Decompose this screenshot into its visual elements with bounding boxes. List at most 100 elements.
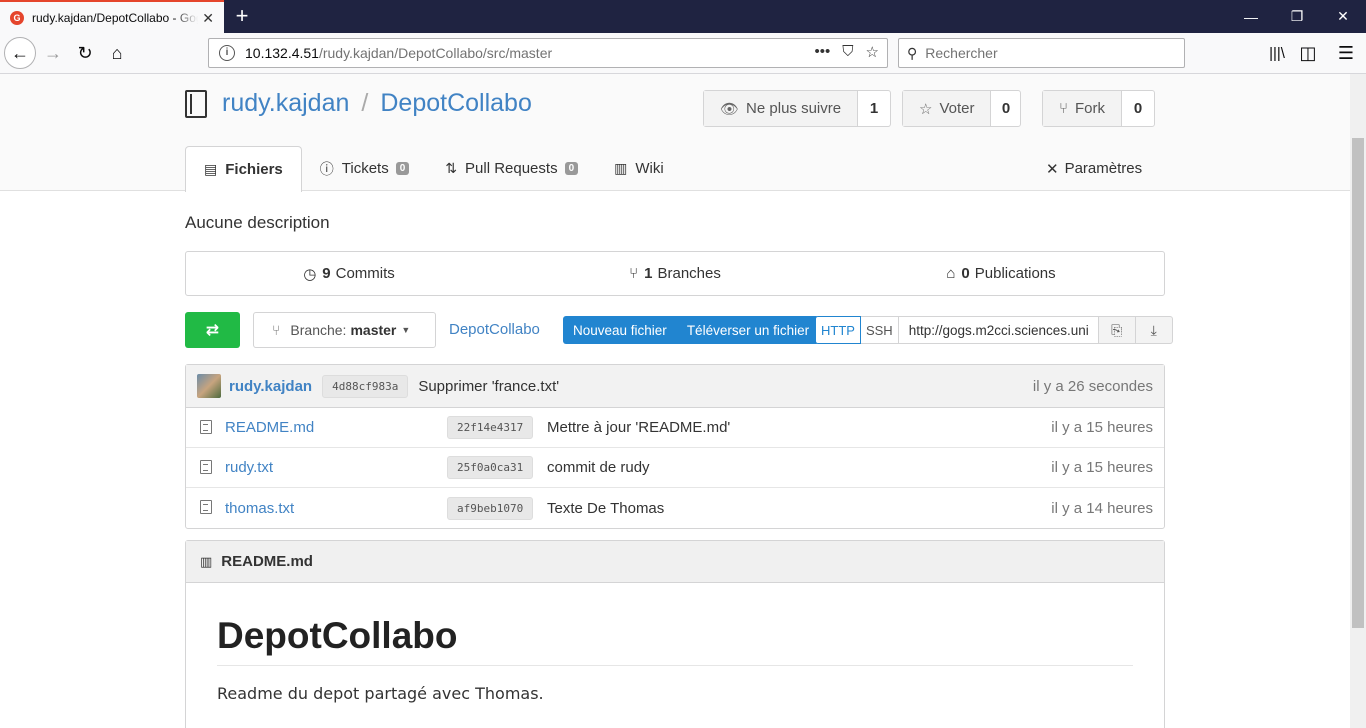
- eye-icon: 👁: [720, 100, 740, 118]
- file-commit-sha[interactable]: af9beb1070: [447, 496, 534, 520]
- table-row: README.md 22f14e4317 Mettre à jour 'READ…: [186, 408, 1164, 448]
- ssh-button[interactable]: SSH: [860, 316, 899, 344]
- branch-dropdown[interactable]: ⑂ Branche: master ▼: [253, 312, 436, 348]
- commits-count: 9: [322, 265, 331, 282]
- page-content: rudy.kajdan / DepotCollabo 👁 Ne plus suiv…: [0, 74, 1350, 728]
- file-name-link[interactable]: README.md: [225, 419, 314, 436]
- commit-author-link[interactable]: rudy.kajdan: [229, 378, 312, 395]
- home-icon[interactable]: ⌂: [102, 38, 132, 68]
- commits-label: Commits: [335, 265, 395, 282]
- branch-prefix: Branche:: [290, 322, 347, 338]
- repo-root-link[interactable]: DepotCollabo: [449, 321, 540, 338]
- repo-owner-link[interactable]: rudy.kajdan: [222, 89, 349, 118]
- copy-url-button[interactable]: ⎘: [1098, 316, 1136, 344]
- search-icon: ⚲: [907, 44, 918, 61]
- readme-header: ▥ README.md: [186, 541, 1164, 583]
- star-icon: ☆: [919, 100, 933, 118]
- file-commit-time: il y a 15 heures: [1051, 459, 1153, 476]
- releases-stat[interactable]: ⌂ 0 Publications: [838, 252, 1164, 295]
- caret-down-icon: ▼: [401, 325, 411, 335]
- forward-icon[interactable]: →: [38, 38, 68, 68]
- repo-tabs: ▤ Fichiers ⓘ Tickets 0 ⇅ Pull Requests 0…: [185, 146, 682, 192]
- star-button[interactable]: ☆ Voter 0: [902, 90, 1022, 127]
- gogs-favicon-icon: G: [10, 10, 24, 25]
- history-icon: ◷: [303, 265, 317, 283]
- readme-panel: ▥ README.md DepotCollabo Readme du depot…: [185, 540, 1165, 728]
- browser-tab[interactable]: G rudy.kajdan/DepotCollabo - Gogs ✕: [0, 0, 224, 33]
- back-icon[interactable]: ←: [4, 37, 36, 69]
- page-actions-icon[interactable]: •••: [815, 43, 831, 61]
- http-button[interactable]: HTTP: [815, 316, 861, 344]
- book-icon: ▥: [614, 160, 628, 176]
- file-commit-message[interactable]: commit de rudy: [547, 459, 650, 476]
- file-table: rudy.kajdan 4d88cf983a Supprimer 'france…: [185, 364, 1165, 529]
- library-icon[interactable]: |||\: [1262, 38, 1292, 68]
- browser-navbar: ← → ↻ ⌂ i 10.132.4.51 /rudy.kajdan/Depot…: [0, 33, 1366, 74]
- file-toolbar: ⇄ ⑂ Branche: master ▼ DepotCollabo Nouve…: [185, 312, 1173, 348]
- minimize-icon[interactable]: —: [1228, 0, 1274, 33]
- file-commit-message[interactable]: Texte De Thomas: [547, 500, 664, 517]
- scrollbar-thumb[interactable]: [1352, 138, 1364, 628]
- site-info-icon[interactable]: i: [219, 45, 235, 61]
- file-icon: [200, 500, 212, 514]
- avatar[interactable]: [197, 374, 221, 398]
- repo-book-icon: [185, 89, 207, 118]
- tab-files[interactable]: ▤ Fichiers: [185, 146, 302, 192]
- file-commit-sha[interactable]: 25f0a0ca31: [447, 456, 534, 479]
- fork-label: Fork: [1075, 100, 1106, 117]
- readme-filename: README.md: [221, 553, 313, 570]
- file-name-link[interactable]: rudy.txt: [225, 459, 273, 476]
- bookmark-star-icon[interactable]: ☆: [866, 43, 879, 61]
- pocket-icon[interactable]: ⛉: [842, 43, 853, 61]
- tab-settings-label: Paramètres: [1064, 160, 1143, 177]
- browser-titlebar: G rudy.kajdan/DepotCollabo - Gogs ✕ + — …: [0, 0, 1366, 33]
- watch-label: Ne plus suivre: [746, 100, 842, 117]
- fork-button[interactable]: ⑂ Fork 0: [1042, 90, 1156, 127]
- watch-count[interactable]: 1: [858, 91, 890, 126]
- commits-stat[interactable]: ◷ 9 Commits: [186, 252, 512, 295]
- upload-file-button[interactable]: Téléverser un fichier: [677, 316, 819, 344]
- issue-icon: ⓘ: [319, 160, 334, 177]
- tab-files-label: Fichiers: [225, 161, 283, 178]
- close-window-icon[interactable]: ✕: [1320, 0, 1366, 33]
- tab-settings[interactable]: ✕ Paramètres: [1046, 146, 1142, 191]
- branch-name: master: [350, 322, 397, 338]
- repo-name-link[interactable]: DepotCollabo: [380, 89, 532, 118]
- reload-icon[interactable]: ↻: [70, 38, 100, 68]
- tab-issues-label: Tickets: [341, 160, 389, 177]
- download-button[interactable]: ⤓: [1135, 316, 1173, 344]
- download-icon: ⤓: [1150, 321, 1157, 338]
- tab-pull-requests[interactable]: ⇅ Pull Requests 0: [427, 146, 596, 191]
- tools-icon: ✕: [1046, 160, 1059, 178]
- tag-icon: ⌂: [946, 265, 956, 282]
- restore-icon[interactable]: ❐: [1274, 0, 1320, 33]
- watch-button[interactable]: 👁 Ne plus suivre 1: [703, 90, 892, 127]
- file-name-link[interactable]: thomas.txt: [225, 500, 294, 517]
- search-input[interactable]: [925, 45, 1166, 61]
- issues-count-badge: 0: [395, 162, 410, 175]
- star-count[interactable]: 0: [991, 91, 1020, 126]
- file-commit-sha[interactable]: 22f14e4317: [447, 416, 534, 439]
- file-text-icon: ▤: [204, 161, 218, 177]
- tab-issues[interactable]: ⓘ Tickets 0: [302, 146, 428, 191]
- branches-stat[interactable]: ⑂ 1 Branches: [512, 252, 838, 295]
- releases-label: Publications: [974, 265, 1056, 282]
- new-file-button[interactable]: Nouveau fichier: [563, 316, 677, 344]
- commit-message: Supprimer 'france.txt': [418, 377, 560, 395]
- compare-button[interactable]: ⇄: [185, 312, 240, 348]
- commit-sha-label[interactable]: 4d88cf983a: [322, 374, 409, 398]
- file-commit-message[interactable]: Mettre à jour 'README.md': [547, 419, 730, 436]
- pulls-count-badge: 0: [564, 162, 579, 175]
- readme-body: DepotCollabo Readme du depot partagé ave…: [186, 583, 1164, 728]
- close-tab-icon[interactable]: ✕: [202, 10, 214, 27]
- clone-url-input[interactable]: [898, 316, 1099, 344]
- repo-description: Aucune description: [185, 213, 330, 232]
- new-tab-icon[interactable]: +: [230, 4, 254, 28]
- fork-count[interactable]: 0: [1122, 91, 1154, 126]
- search-bar[interactable]: ⚲: [898, 38, 1185, 68]
- sidebar-icon[interactable]: ◫: [1293, 38, 1323, 68]
- menu-icon[interactable]: ☰: [1331, 38, 1361, 68]
- compare-icon: ⇄: [205, 322, 220, 339]
- tab-wiki[interactable]: ▥ Wiki: [596, 146, 682, 191]
- url-bar[interactable]: i 10.132.4.51 /rudy.kajdan/DepotCollabo/…: [208, 38, 888, 68]
